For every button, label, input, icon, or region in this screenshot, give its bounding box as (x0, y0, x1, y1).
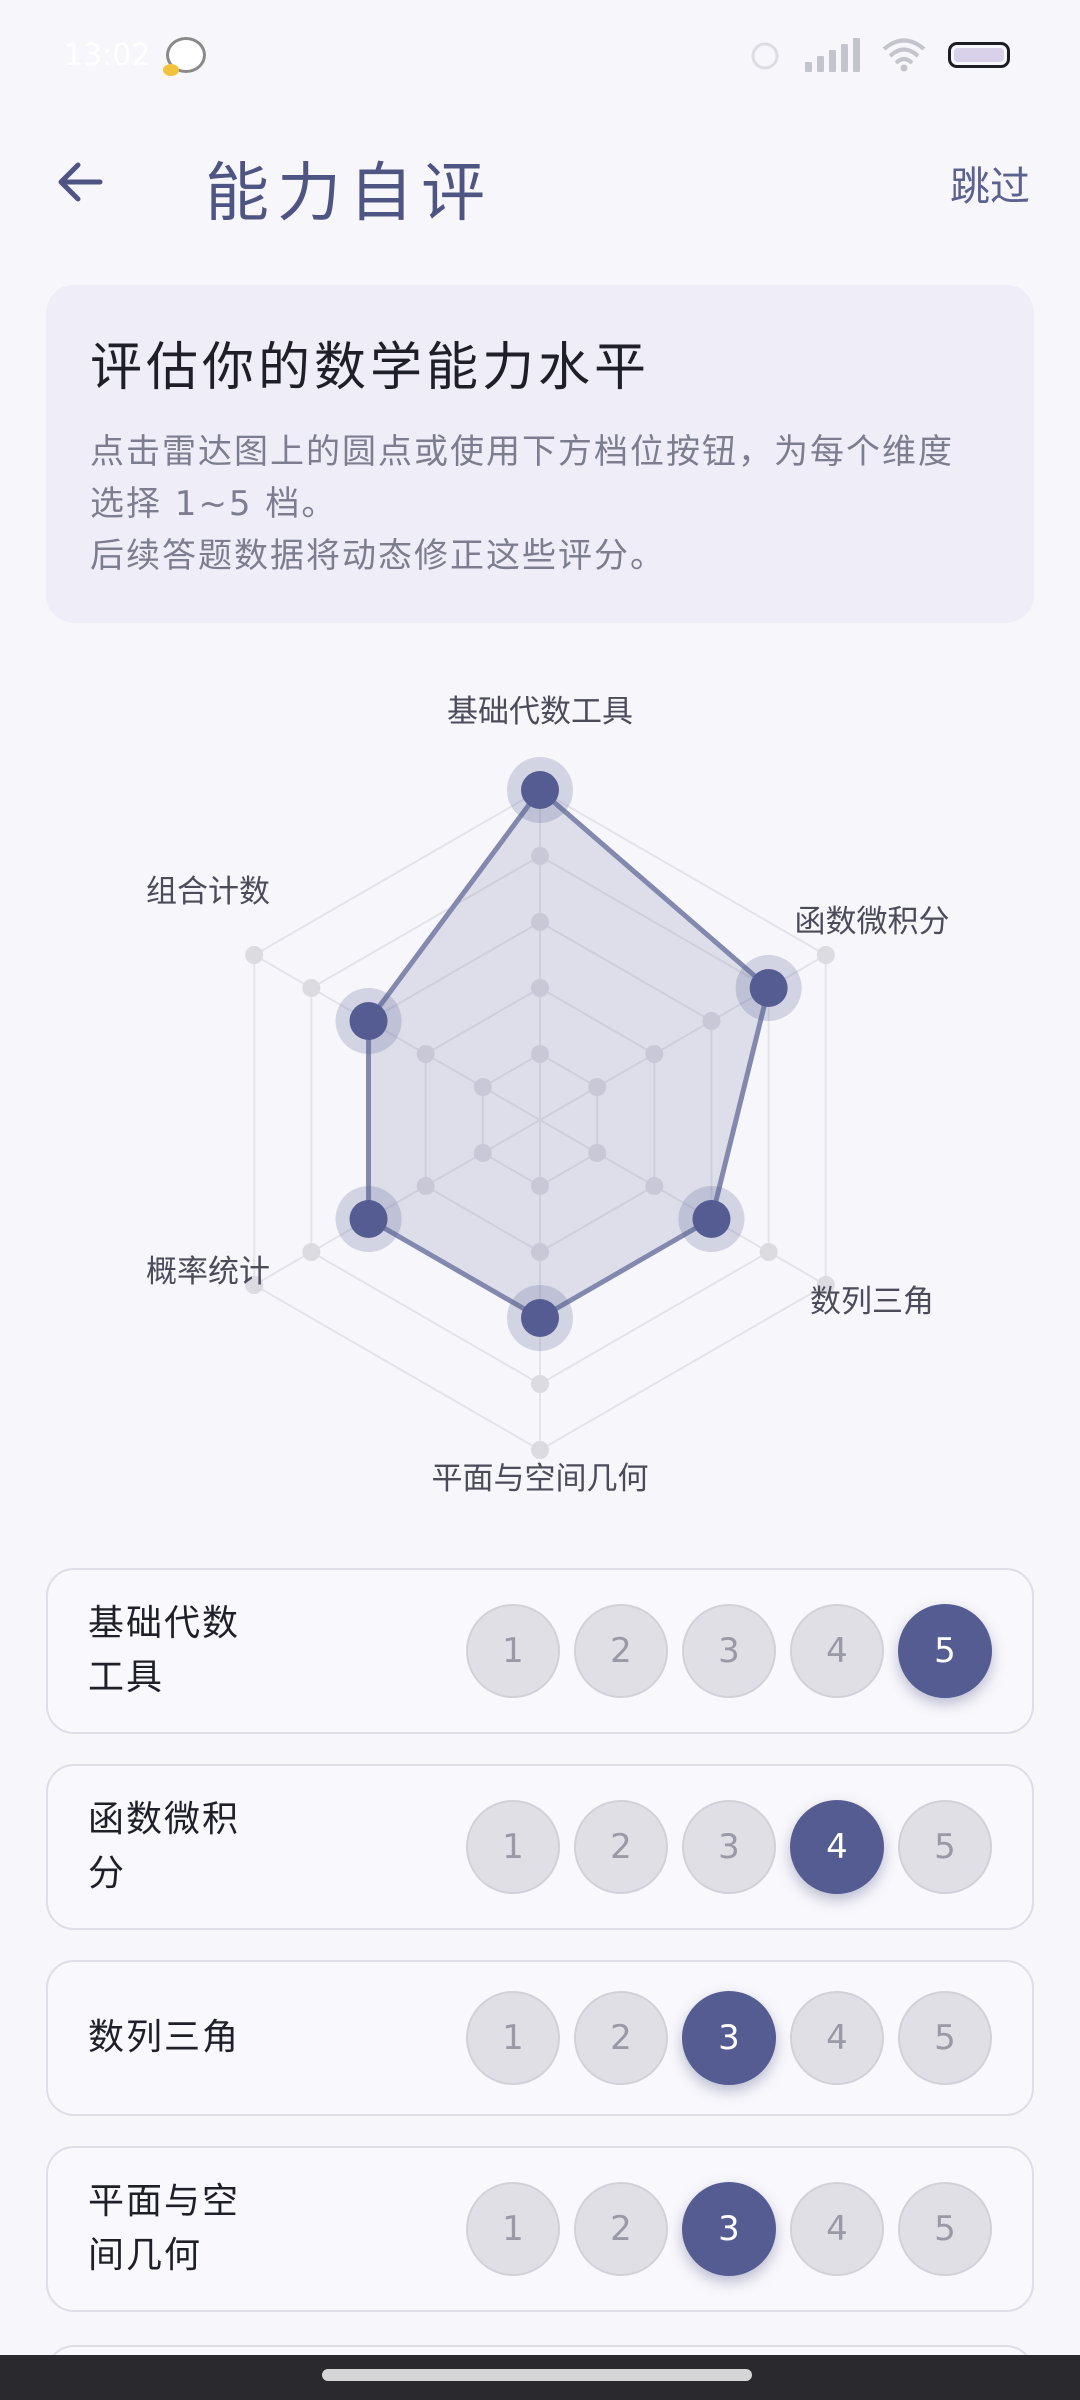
status-time: 13:02 (64, 37, 151, 73)
level-option-button[interactable]: 4 (790, 1604, 884, 1698)
level-label-line: 基础代数 (88, 1603, 241, 1644)
level-label: 函数微积 分 (88, 1793, 248, 1901)
level-option-button[interactable]: 1 (466, 1991, 560, 2085)
signal-icon (805, 38, 860, 72)
radar-axis-label: 数列三角 (810, 1284, 934, 1320)
level-label-line: 平面与空 (88, 2181, 241, 2222)
level-selector-list: 基础代数 工具 12345 函数微积 分 12345 数列三角 12345 平面… (46, 1568, 1034, 2342)
radar-value-point[interactable] (692, 1200, 731, 1238)
radar-axis-label: 函数微积分 (795, 904, 950, 940)
status-right (747, 37, 1010, 73)
status-left: 13:02 (64, 37, 207, 76)
intro-desc-line: 选择 1~5 档。 (90, 484, 338, 524)
level-option-button[interactable]: 1 (466, 1604, 560, 1698)
level-option-button[interactable]: 4 (790, 1991, 884, 2085)
radar-level-dot (759, 1243, 778, 1261)
level-option-button[interactable]: 5 (898, 2182, 992, 2276)
level-option-button[interactable]: 1 (466, 2182, 560, 2276)
radar-level-dot (531, 1441, 549, 1459)
radar-level-dot (245, 946, 264, 964)
radar-value-point[interactable] (349, 1200, 388, 1238)
level-option-button[interactable]: 2 (574, 1991, 668, 2085)
level-card-geometry: 平面与空 间几何 12345 (46, 2146, 1034, 2312)
radar-value-point[interactable] (521, 771, 559, 809)
level-option-button[interactable]: 3 (682, 1604, 776, 1698)
app-bar: 能力自评 跳过 (0, 110, 1080, 250)
level-card-calculus: 函数微积 分 12345 (46, 1764, 1034, 1930)
radar-value-point[interactable] (349, 1002, 388, 1040)
level-option-button[interactable]: 5 (898, 1800, 992, 1894)
alarm-icon (751, 42, 779, 70)
home-handle[interactable] (322, 2369, 752, 2381)
radar-axis-label: 平面与空间几何 (432, 1461, 649, 1497)
level-label-line: 数列三角 (88, 2017, 241, 2058)
level-options: 12345 (466, 1991, 992, 2085)
level-option-button[interactable]: 2 (574, 2182, 668, 2276)
status-bar: 13:02 (0, 0, 1080, 110)
level-option-button[interactable]: 1 (466, 1800, 560, 1894)
radar-level-dot (531, 1375, 549, 1393)
level-card-algebra: 基础代数 工具 12345 (46, 1568, 1034, 1734)
radar-level-dot (816, 946, 835, 964)
level-label: 基础代数 工具 (88, 1597, 248, 1705)
radar-level-dot (302, 979, 321, 997)
intro-card: 评估你的数学能力水平 点击雷达图上的圆点或使用下方档位按钮，为每个维度 选择 1… (46, 285, 1034, 623)
intro-description: 点击雷达图上的圆点或使用下方档位按钮，为每个维度 选择 1~5 档。 后续答题数… (90, 426, 990, 582)
level-option-button[interactable]: 2 (574, 1800, 668, 1894)
level-option-button[interactable]: 5 (898, 1604, 992, 1698)
level-options: 12345 (466, 1604, 992, 1698)
radar-value-point[interactable] (521, 1299, 559, 1337)
radar-level-dot (302, 1243, 321, 1261)
level-option-button[interactable]: 2 (574, 1604, 668, 1698)
level-option-button[interactable]: 4 (790, 2182, 884, 2276)
radar-axis-label: 概率统计 (146, 1254, 270, 1290)
level-card-sequence-trig: 数列三角 12345 (46, 1960, 1034, 2116)
wifi-icon (882, 38, 926, 72)
skip-button[interactable]: 跳过 (950, 154, 1030, 212)
level-label: 平面与空 间几何 (88, 2175, 248, 2283)
level-option-button[interactable]: 4 (790, 1800, 884, 1894)
page-title: 能力自评 (205, 157, 493, 231)
level-option-button[interactable]: 3 (682, 1991, 776, 2085)
radar-value-point[interactable] (749, 969, 788, 1007)
system-nav-bar (0, 2355, 1080, 2400)
level-option-button[interactable]: 5 (898, 1991, 992, 2085)
level-option-button[interactable]: 3 (682, 1800, 776, 1894)
intro-desc-line: 点击雷达图上的圆点或使用下方档位按钮，为每个维度 (90, 432, 954, 472)
level-label-line: 工具 (88, 1657, 165, 1698)
radar-chart: 基础代数工具函数微积分数列三角平面与空间几何 概率统计 组合计数 (146, 694, 950, 1497)
radar-axis-label: 组合计数 (146, 874, 270, 910)
radar-axis-label: 基础代数工具 (447, 694, 633, 730)
level-label-line: 函数微积 (88, 1799, 241, 1840)
arrow-left-icon[interactable] (50, 152, 110, 212)
level-options: 12345 (466, 2182, 992, 2276)
level-option-button[interactable]: 3 (682, 2182, 776, 2276)
mascot-icon (163, 37, 207, 76)
level-options: 12345 (466, 1800, 992, 1894)
battery-icon (948, 42, 1010, 68)
level-label-line: 分 (88, 1853, 127, 1894)
level-label: 数列三角 (88, 2011, 248, 2065)
intro-title: 评估你的数学能力水平 (90, 338, 651, 398)
level-label-line: 间几何 (88, 2235, 203, 2276)
intro-desc-line: 后续答题数据将动态修正这些评分。 (90, 536, 666, 576)
